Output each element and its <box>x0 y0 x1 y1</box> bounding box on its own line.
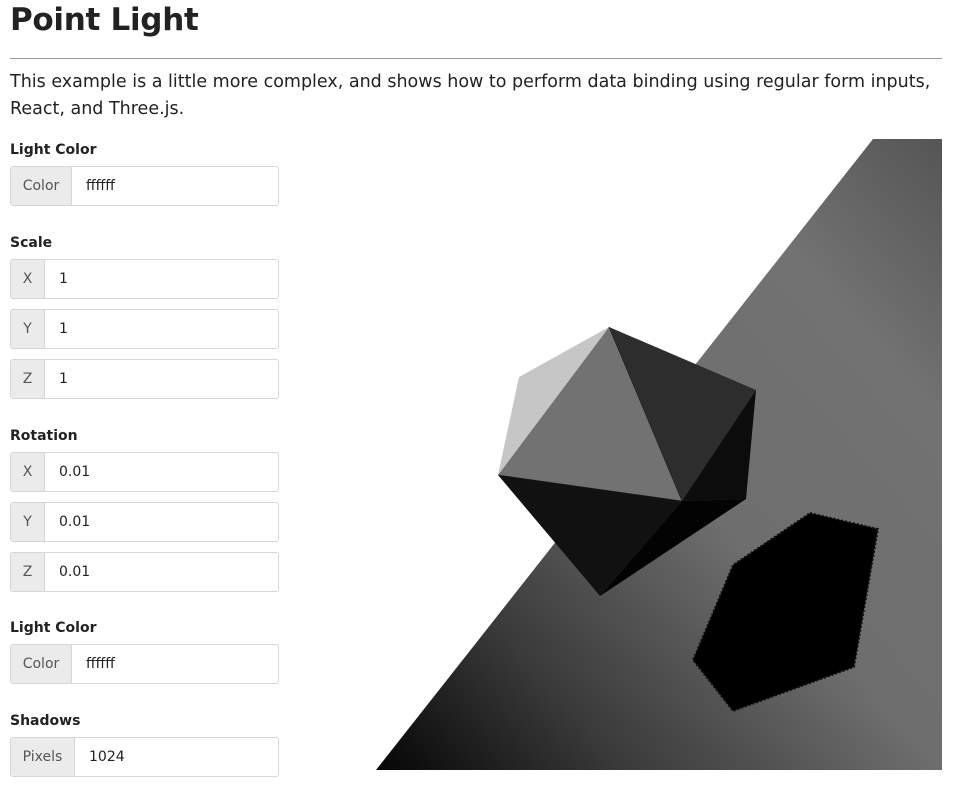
scene-render <box>376 139 942 770</box>
rotation-y-addon: Y <box>11 503 45 541</box>
page-title: Point Light <box>10 2 199 38</box>
shadow-map-size-input[interactable] <box>75 738 278 776</box>
rotation-x-input-group: X <box>10 452 279 492</box>
threejs-viewport[interactable] <box>376 139 942 770</box>
shadows-label: Shadows <box>10 713 81 729</box>
rotation-x-input[interactable] <box>45 453 278 491</box>
shadows-input-group: Pixels <box>10 737 279 777</box>
rotation-x-addon: X <box>11 453 45 491</box>
light-color-input-group: Color <box>10 166 279 206</box>
scale-x-input[interactable] <box>45 260 278 298</box>
scale-x-input-group: X <box>10 259 279 299</box>
rotation-y-input[interactable] <box>45 503 278 541</box>
scale-z-input[interactable] <box>45 360 278 398</box>
scale-y-input-group: Y <box>10 309 279 349</box>
color-addon: Color <box>11 167 72 205</box>
rotation-z-input[interactable] <box>45 553 278 591</box>
light-color-input[interactable] <box>72 167 278 205</box>
rotation-z-addon: Z <box>11 553 45 591</box>
light-color-input-group-2: Color <box>10 644 279 684</box>
intro-text: This example is a little more complex, a… <box>10 72 931 119</box>
pixels-addon: Pixels <box>11 738 75 776</box>
scale-z-input-group: Z <box>10 359 279 399</box>
rotation-y-input-group: Y <box>10 502 279 542</box>
rotation-label: Rotation <box>10 428 78 444</box>
light-color-input-2[interactable] <box>72 645 278 683</box>
scale-y-addon: Y <box>11 310 45 348</box>
scale-z-addon: Z <box>11 360 45 398</box>
rotation-z-input-group: Z <box>10 552 279 592</box>
light-color-label-2: Light Color <box>10 620 97 636</box>
scale-y-input[interactable] <box>45 310 278 348</box>
title-divider <box>10 58 942 59</box>
light-color-label: Light Color <box>10 142 97 158</box>
scale-x-addon: X <box>11 260 45 298</box>
scale-label: Scale <box>10 235 53 251</box>
color-addon-2: Color <box>11 645 72 683</box>
